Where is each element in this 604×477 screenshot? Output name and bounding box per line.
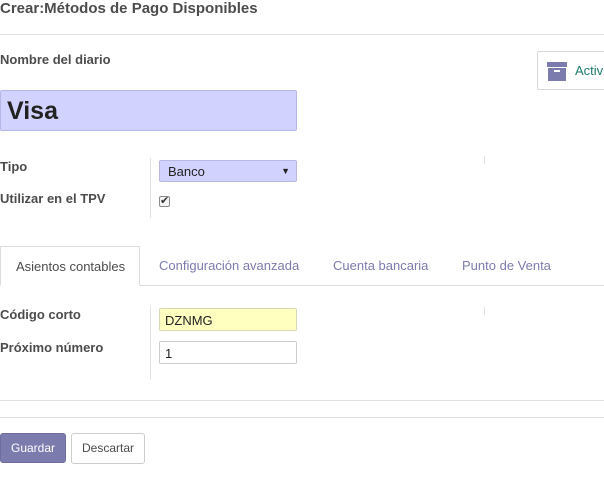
journal-name-input[interactable]: Visa (0, 90, 297, 131)
content-divider (0, 400, 604, 401)
type-select-value: Banco (168, 164, 205, 179)
footer-divider (0, 417, 604, 418)
type-select[interactable]: Banco ▼ (159, 160, 297, 182)
title-divider (0, 34, 604, 35)
short-code-input[interactable]: DZNMG (159, 308, 297, 331)
discard-button[interactable]: Descartar (71, 433, 145, 464)
type-label: Tipo (0, 159, 28, 174)
tab-journal-entries[interactable]: Asientos contables (0, 246, 140, 286)
next-number-value: 1 (165, 346, 173, 361)
short-code-label: Código corto (0, 307, 81, 322)
group-separator (484, 156, 485, 164)
archive-box-icon (547, 62, 567, 81)
next-number-label: Próximo número (0, 340, 104, 355)
tab-bank-account[interactable]: Cuenta bancaria (333, 258, 428, 274)
tab-label: Asientos contables (16, 259, 126, 274)
journal-name-value: Visa (7, 97, 58, 125)
journal-name-label: Nombre del diario (0, 52, 111, 67)
pos-checkbox[interactable]: ✔ (159, 195, 170, 207)
next-number-input[interactable]: 1 (159, 341, 297, 364)
tab-point-of-sale[interactable]: Punto de Venta (462, 258, 551, 274)
tab-advanced-settings[interactable]: Configuración avanzada (159, 258, 299, 274)
archive-button-label: Activ (575, 63, 604, 78)
group-separator (484, 307, 485, 315)
check-icon: ✔ (160, 195, 170, 207)
group-separator (150, 158, 151, 218)
group-separator (150, 306, 151, 380)
archive-toggle-button[interactable]: Activ (537, 51, 604, 90)
save-button[interactable]: Guardar (0, 433, 66, 463)
dialog-title: Crear:Métodos de Pago Disponibles (0, 0, 258, 17)
caret-down-icon: ▼ (281, 166, 290, 176)
pos-label: Utilizar en el TPV (0, 191, 106, 206)
short-code-value: DZNMG (165, 313, 213, 328)
